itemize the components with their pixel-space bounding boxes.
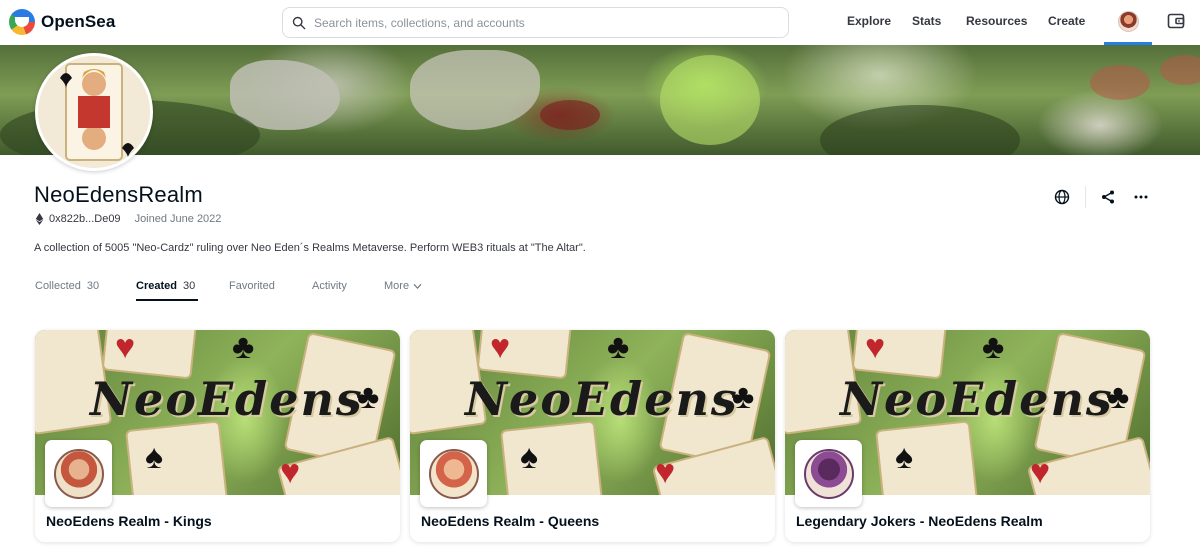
collection-card[interactable]: NeoEdens ♣ ♣ ♠ ♥ ♥ Legendary Jokers - Ne… xyxy=(785,330,1150,542)
nav-resources[interactable]: Resources xyxy=(966,14,1027,28)
profile-avatar-image xyxy=(38,56,150,168)
active-tab-underline xyxy=(136,299,198,301)
collection-logo xyxy=(45,440,112,507)
opensea-logo-icon xyxy=(9,9,35,35)
profile-banner xyxy=(0,45,1200,155)
collection-title: Legendary Jokers - NeoEdens Realm xyxy=(796,513,1043,529)
brand-name: OpenSea xyxy=(41,12,116,31)
collection-title: NeoEdens Realm - Queens xyxy=(421,513,600,529)
ethereum-icon xyxy=(35,213,44,225)
tab-collected[interactable]: Collected 30 xyxy=(35,280,99,292)
user-avatar xyxy=(1118,11,1139,32)
tab-label: Created xyxy=(136,280,177,292)
action-divider xyxy=(1085,186,1086,208)
nav-create[interactable]: Create xyxy=(1048,14,1085,28)
profile-meta: 0x822b...De09 Joined June 2022 xyxy=(35,213,221,225)
collection-logo-image xyxy=(428,448,479,499)
profile-description: A collection of 5005 "Neo-Cardz" ruling … xyxy=(34,242,586,254)
tab-more[interactable]: More xyxy=(384,280,422,292)
profile-name: NeoEdensRealm xyxy=(34,182,203,207)
tab-label: Favorited xyxy=(229,280,275,292)
opensea-logo[interactable]: OpenSea xyxy=(9,9,115,35)
collection-logo xyxy=(420,440,487,507)
tab-created[interactable]: Created 30 xyxy=(136,280,195,292)
nav-stats[interactable]: Stats xyxy=(912,14,941,28)
tab-label: More xyxy=(384,280,410,292)
wallet-icon[interactable] xyxy=(1167,12,1185,30)
tab-label: Activity xyxy=(312,280,347,292)
banner-logo-text: NeoEdens xyxy=(840,372,1114,426)
tab-activity[interactable]: Activity xyxy=(312,280,347,292)
profile-menu[interactable] xyxy=(1104,0,1152,45)
banner-logo-text: NeoEdens xyxy=(465,372,739,426)
share-icon[interactable] xyxy=(1100,189,1116,205)
collection-logo xyxy=(795,440,862,507)
chevron-down-icon xyxy=(413,283,422,289)
top-navbar: OpenSea Explore Stats Resources Create xyxy=(0,0,1200,45)
banner-logo-text: NeoEdens xyxy=(90,372,364,426)
search-icon xyxy=(292,16,306,29)
collection-card[interactable]: NeoEdens ♣ ♣ ♠ ♥ ♥ NeoEdens Realm - King… xyxy=(35,330,400,542)
joined-date: Joined June 2022 xyxy=(134,213,222,225)
more-icon[interactable] xyxy=(1133,189,1149,205)
nav-explore[interactable]: Explore xyxy=(847,14,891,28)
collection-logo-image xyxy=(53,448,104,499)
globe-icon[interactable] xyxy=(1054,189,1070,205)
collection-card[interactable]: NeoEdens ♣ ♣ ♠ ♥ ♥ NeoEdens Realm - Quee… xyxy=(410,330,775,542)
collection-logo-image xyxy=(803,448,854,499)
search-input[interactable] xyxy=(314,15,774,30)
search-bar[interactable] xyxy=(282,7,789,38)
tab-count: 30 xyxy=(182,280,196,292)
tab-count: 30 xyxy=(86,280,100,292)
tab-label: Collected xyxy=(35,280,81,292)
tab-favorited[interactable]: Favorited xyxy=(229,280,275,292)
profile-avatar xyxy=(35,53,153,171)
wallet-address[interactable]: 0x822b...De09 xyxy=(49,213,121,225)
collection-title: NeoEdens Realm - Kings xyxy=(46,513,212,529)
